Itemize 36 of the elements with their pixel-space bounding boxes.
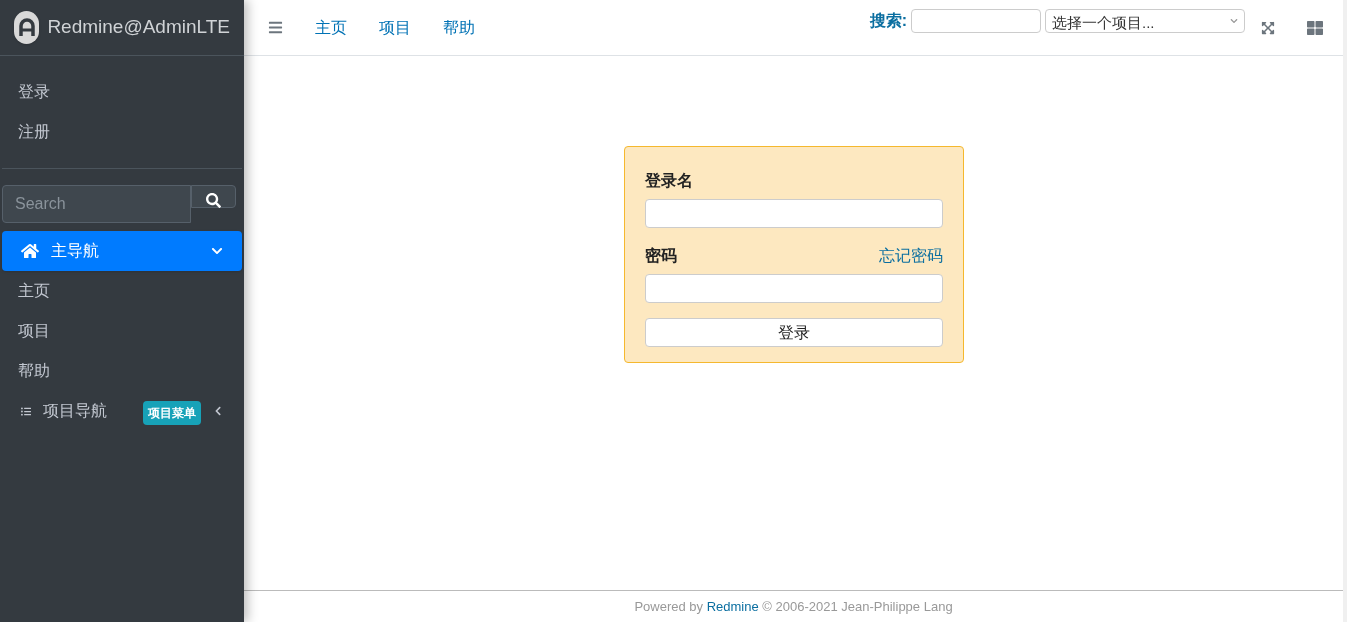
password-label: 密码 <box>644 246 677 266</box>
sidebar-link[interactable]: 注册 <box>2 112 242 152</box>
dropdown-arrow-icon <box>1230 17 1238 25</box>
grid-icon[interactable] <box>1307 19 1323 36</box>
home-icon <box>21 242 39 260</box>
quick-search-field[interactable] <box>911 9 1041 33</box>
nav-group-header[interactable]: 项目导航 项目菜单 <box>2 391 242 431</box>
nav-group-header[interactable]: 主导航 <box>2 231 242 271</box>
nav-link[interactable]: 帮助 <box>427 15 491 40</box>
menu-badge: 项目菜单 <box>143 401 201 425</box>
nav-link[interactable]: 项目 <box>363 15 427 40</box>
chevron-left-icon <box>213 406 223 416</box>
brand-title[interactable]: Redmine@AdminLTE <box>47 13 230 42</box>
sidebar-link[interactable]: 项目 <box>2 311 242 351</box>
search-icon <box>206 193 221 208</box>
menu-icon[interactable] <box>268 20 283 35</box>
search-label: 搜索: <box>869 11 907 31</box>
footer-text: Powered by Redmine © 2006-2021 Jean-Philippe Lang <box>634 597 953 616</box>
project-select[interactable]: 选择一个项目... <box>1045 9 1245 33</box>
password-field[interactable] <box>644 274 943 303</box>
logo-icon <box>14 11 40 44</box>
search-button[interactable] <box>191 185 236 208</box>
chevron-down-icon <box>211 245 223 257</box>
nav-group-label: 主导航 <box>51 241 99 261</box>
search-field[interactable]: Search <box>2 185 191 223</box>
username-field[interactable] <box>644 199 943 228</box>
login-button[interactable]: 登录 <box>644 318 943 347</box>
nav-group-label: 项目导航 <box>43 401 107 421</box>
nav-link[interactable]: 主页 <box>299 15 363 40</box>
username-label: 登录名 <box>644 171 694 191</box>
sidebar-link[interactable]: 登录 <box>2 72 242 112</box>
sidebar-link[interactable]: 帮助 <box>2 351 242 391</box>
forgot-password-link[interactable]: 忘记密码 <box>878 244 943 268</box>
redmine-link[interactable]: Redmine <box>706 598 759 614</box>
sidebar-link[interactable]: 主页 <box>2 271 242 311</box>
fullscreen-icon[interactable] <box>1261 20 1275 35</box>
